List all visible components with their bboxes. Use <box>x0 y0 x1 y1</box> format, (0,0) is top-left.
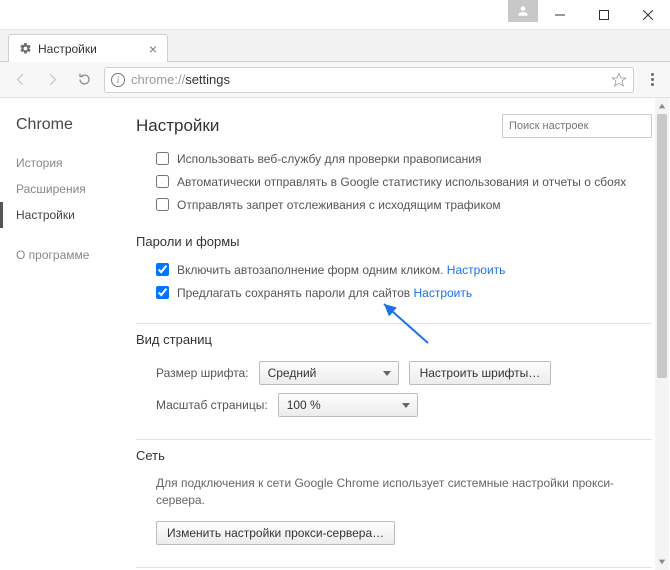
section-network: Сеть Для подключения к сети Google Chrom… <box>136 448 652 549</box>
tab-settings[interactable]: Настройки × <box>8 34 168 62</box>
check-save-passwords[interactable]: Предлагать сохранять пароли для сайтов Н… <box>136 282 652 305</box>
scroll-down-button[interactable] <box>655 554 669 570</box>
forward-button[interactable] <box>40 68 64 92</box>
brand-title: Chrome <box>16 116 128 134</box>
scroll-up-button[interactable] <box>655 98 669 114</box>
address-bar[interactable]: i chrome://settings <box>104 67 634 93</box>
window-close-button[interactable] <box>626 0 670 29</box>
url-text: chrome://settings <box>131 72 605 87</box>
section-title-network: Сеть <box>136 448 652 463</box>
reload-button[interactable] <box>72 68 96 92</box>
tab-title: Настройки <box>38 42 143 56</box>
sidebar-item-extensions[interactable]: Расширения <box>0 176 128 202</box>
search-settings-input[interactable] <box>502 114 652 138</box>
section-appearance: Вид страниц Размер шрифта: Средний Настр… <box>136 332 652 421</box>
toolbar: i chrome://settings <box>0 62 670 98</box>
tab-strip: Настройки × <box>0 30 670 62</box>
font-size-select[interactable]: Средний <box>259 361 399 385</box>
tab-close-icon[interactable]: × <box>149 42 157 56</box>
page-title: Настройки <box>136 116 502 136</box>
check-spellcheck[interactable]: Использовать веб-службу для проверки пра… <box>136 148 652 171</box>
main-panel: Настройки Использовать веб-службу для пр… <box>128 98 670 570</box>
network-desc: Для подключения к сети Google Chrome исп… <box>136 473 652 517</box>
section-privacy-tail: Использовать веб-службу для проверки пра… <box>136 148 652 216</box>
customize-fonts-button[interactable]: Настроить шрифты… <box>409 361 552 385</box>
link-passwords-configure[interactable]: Настроить <box>413 286 472 300</box>
window-titlebar <box>0 0 670 30</box>
check-autofill[interactable]: Включить автозаполнение форм одним клико… <box>136 259 652 282</box>
page-zoom-select[interactable]: 100 % <box>278 393 418 417</box>
back-button[interactable] <box>8 68 32 92</box>
page-zoom-label: Масштаб страницы: <box>156 398 268 412</box>
check-usage-stats[interactable]: Автоматически отправлять в Google статис… <box>136 171 652 194</box>
scrollbar-vertical[interactable] <box>655 98 669 570</box>
window-minimize-button[interactable] <box>538 0 582 29</box>
divider <box>136 323 652 324</box>
divider <box>136 439 652 440</box>
sidebar-item-history[interactable]: История <box>0 150 128 176</box>
site-info-icon[interactable]: i <box>111 73 125 87</box>
window-maximize-button[interactable] <box>582 0 626 29</box>
settings-content: Chrome История Расширения Настройки О пр… <box>0 98 670 570</box>
sidebar-item-settings[interactable]: Настройки <box>0 202 128 228</box>
gear-icon <box>19 42 32 55</box>
section-title-passwords: Пароли и формы <box>136 234 652 249</box>
section-title-appearance: Вид страниц <box>136 332 652 347</box>
profile-avatar-button[interactable] <box>508 0 538 22</box>
font-size-label: Размер шрифта: <box>156 366 249 380</box>
section-passwords: Пароли и формы Включить автозаполнение ф… <box>136 234 652 305</box>
link-autofill-configure[interactable]: Настроить <box>447 263 506 277</box>
scroll-track[interactable] <box>655 114 669 554</box>
divider <box>136 567 652 568</box>
sidebar-item-about[interactable]: О программе <box>0 242 128 268</box>
sidebar: Chrome История Расширения Настройки О пр… <box>0 98 128 570</box>
check-do-not-track[interactable]: Отправлять запрет отслеживания с исходящ… <box>136 194 652 217</box>
scroll-thumb[interactable] <box>657 114 667 378</box>
chrome-menu-button[interactable] <box>642 73 662 86</box>
proxy-settings-button[interactable]: Изменить настройки прокси-сервера… <box>156 521 395 545</box>
bookmark-star-icon[interactable] <box>611 72 627 88</box>
